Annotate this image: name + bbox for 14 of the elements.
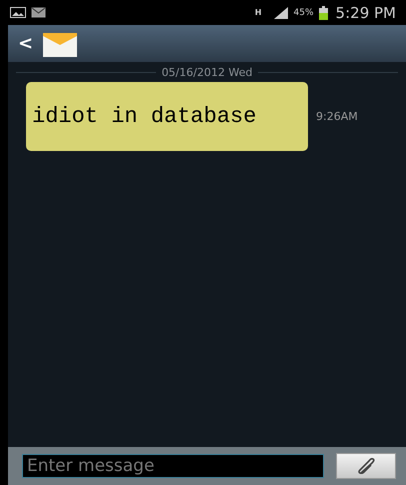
- paperclip-icon: [356, 458, 376, 474]
- envelope-icon: [43, 30, 78, 56]
- message-bubble: idiot in database: [26, 82, 308, 151]
- attach-button[interactable]: [336, 453, 396, 479]
- network-type: H: [254, 8, 262, 17]
- clock: 5:29 PM: [336, 4, 396, 22]
- date-divider: 05/16/2012 Wed: [162, 66, 252, 78]
- message-time: 9:26AM: [316, 110, 358, 123]
- battery-icon: [318, 6, 328, 20]
- picture-icon: [10, 7, 26, 18]
- battery-percent: 45%: [294, 8, 314, 18]
- message-field[interactable]: Enter message: [22, 454, 324, 478]
- back-button[interactable]: <: [18, 33, 34, 54]
- signal-icon: [272, 6, 289, 18]
